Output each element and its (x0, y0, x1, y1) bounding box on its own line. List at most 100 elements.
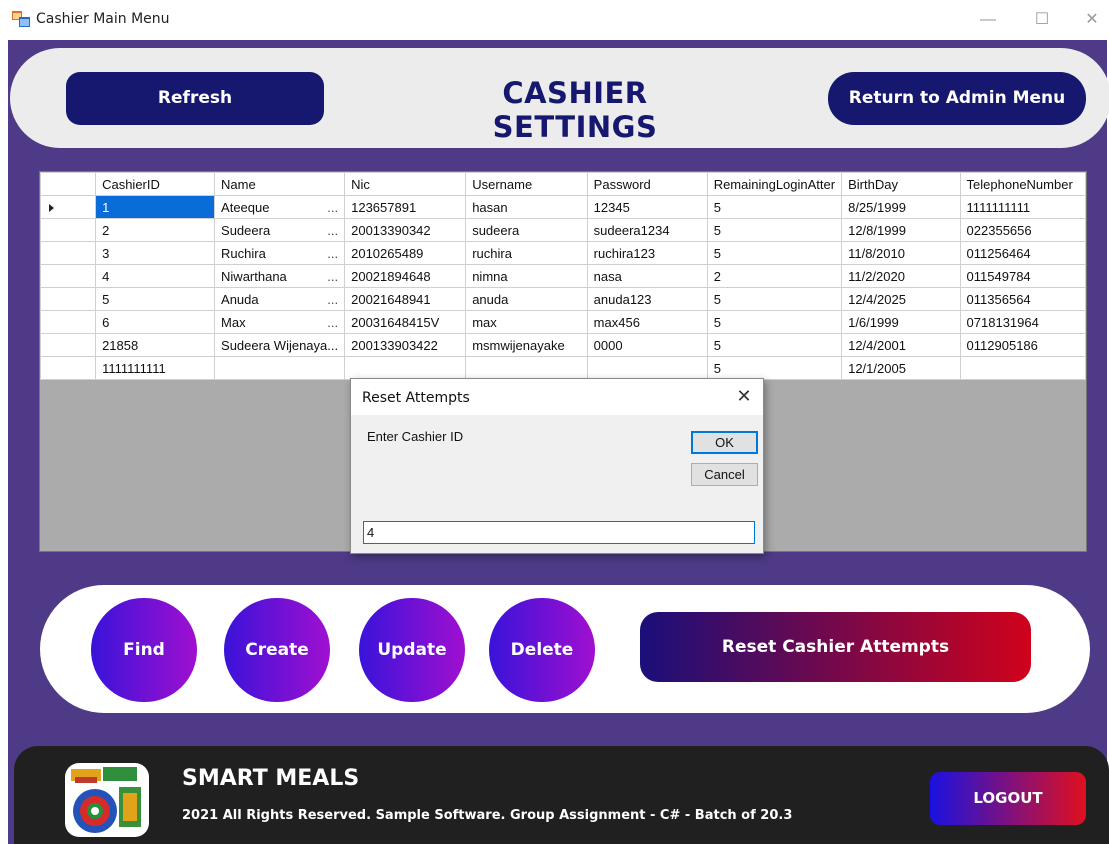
table-cell[interactable]: 2 (95, 218, 216, 242)
table-cell[interactable]: 12/4/2001 (841, 333, 961, 357)
delete-button[interactable]: Delete (489, 598, 595, 702)
table-cell[interactable]: 200133903422 (344, 333, 467, 357)
table-cell[interactable]: sudeera1234 (586, 218, 708, 242)
table-cell[interactable]: 12/8/1999 (841, 218, 961, 242)
table-cell[interactable]: ruchira123 (586, 241, 708, 265)
table-cell[interactable] (465, 356, 588, 380)
table-cell[interactable]: anuda (465, 287, 588, 311)
table-row[interactable]: 5 Anuda... 20021648941 anuda anuda123 5 12/4/2… (39, 287, 1087, 311)
table-cell[interactable]: 20031648415V (344, 310, 467, 334)
table-cell[interactable]: Anuda... (214, 287, 346, 311)
refresh-button[interactable]: Refresh (66, 72, 324, 125)
table-cell[interactable]: 3 (95, 241, 216, 265)
table-cell[interactable]: Ateeque... (214, 195, 346, 219)
maximize-icon[interactable]: ☐ (1030, 8, 1054, 32)
table-cell[interactable]: 11/8/2010 (841, 241, 961, 265)
table-cell[interactable]: 011356564 (959, 287, 1087, 311)
column-header[interactable]: Password (586, 172, 708, 196)
column-header[interactable]: Name (214, 172, 346, 196)
table-cell[interactable]: 5 (706, 218, 843, 242)
table-cell[interactable]: 0718131964 (959, 310, 1087, 334)
row-header[interactable] (39, 287, 97, 311)
table-cell[interactable]: 5 (706, 356, 843, 380)
table-cell[interactable]: sudeera (465, 218, 588, 242)
row-header[interactable] (39, 310, 97, 334)
table-cell[interactable]: ruchira (465, 241, 588, 265)
row-header[interactable] (39, 241, 97, 265)
table-cell[interactable]: 21858 (95, 333, 216, 357)
table-cell[interactable]: 12/1/2005 (841, 356, 961, 380)
table-cell[interactable]: Niwarthana... (214, 264, 346, 288)
cancel-button[interactable]: Cancel (691, 463, 758, 486)
row-header[interactable] (39, 218, 97, 242)
row-header[interactable] (39, 333, 97, 357)
table-cell[interactable]: max456 (586, 310, 708, 334)
table-row[interactable]: 1 Ateeque... 123657891 hasan 12345 5 8/25/1999… (39, 195, 1087, 219)
column-header[interactable]: TelephoneNumber (959, 172, 1087, 196)
table-cell[interactable]: 0000 (586, 333, 708, 357)
table-cell[interactable]: 1111111111 (95, 356, 216, 380)
table-cell[interactable]: anuda123 (586, 287, 708, 311)
close-icon[interactable]: ✕ (733, 385, 755, 407)
column-header[interactable]: BirthDay (841, 172, 961, 196)
table-cell[interactable]: 022355656 (959, 218, 1087, 242)
table-cell[interactable]: 12345 (586, 195, 708, 219)
table-cell[interactable]: 5 (706, 310, 843, 334)
find-button[interactable]: Find (91, 598, 197, 702)
minimize-icon[interactable]: — (976, 8, 1000, 32)
table-row[interactable]: 1111111111 5 12/1/2005 (39, 356, 1087, 380)
table-cell[interactable]: 20021648941 (344, 287, 467, 311)
table-cell[interactable]: Sudeera Wijenaya... (214, 333, 346, 357)
table-cell[interactable]: nimna (465, 264, 588, 288)
table-cell[interactable]: 2010265489 (344, 241, 467, 265)
table-cell[interactable]: 1111111111 (959, 195, 1087, 219)
column-header[interactable]: CashierID (95, 172, 216, 196)
create-button[interactable]: Create (224, 598, 330, 702)
table-cell[interactable] (959, 356, 1087, 380)
table-cell[interactable]: 20013390342 (344, 218, 467, 242)
table-cell[interactable]: 5 (706, 241, 843, 265)
table-cell[interactable]: 011549784 (959, 264, 1087, 288)
table-cell[interactable]: 011256464 (959, 241, 1087, 265)
reset-cashier-attempts-button[interactable]: Reset Cashier Attempts (640, 612, 1031, 682)
column-header[interactable]: Nic (344, 172, 467, 196)
table-cell[interactable]: 5 (706, 333, 843, 357)
table-cell[interactable]: Ruchira... (214, 241, 346, 265)
row-header[interactable] (39, 195, 97, 219)
row-header[interactable] (39, 356, 97, 380)
return-to-admin-menu-button[interactable]: Return to Admin Menu (828, 72, 1086, 125)
table-cell[interactable]: hasan (465, 195, 588, 219)
table-row[interactable]: 2 Sudeera... 20013390342 sudeera sudeera1234… (39, 218, 1087, 242)
table-cell[interactable]: 5 (95, 287, 216, 311)
table-cell[interactable]: 8/25/1999 (841, 195, 961, 219)
table-cell[interactable]: 1 (95, 195, 216, 219)
table-cell[interactable]: nasa (586, 264, 708, 288)
table-row[interactable]: 3 Ruchira... 2010265489 ruchira ruchira123 5 1… (39, 241, 1087, 265)
column-header[interactable]: Username (465, 172, 588, 196)
table-cell[interactable]: 123657891 (344, 195, 467, 219)
table-row[interactable]: 6 Max... 20031648415V max max456 5 1/6/1999 071… (39, 310, 1087, 334)
table-cell[interactable]: 1/6/1999 (841, 310, 961, 334)
table-cell[interactable]: 4 (95, 264, 216, 288)
ok-button[interactable]: OK (691, 431, 758, 454)
table-cell[interactable]: 0112905186 (959, 333, 1087, 357)
column-header[interactable]: RemainingLoginAtter (706, 172, 843, 196)
update-button[interactable]: Update (359, 598, 465, 702)
table-cell[interactable]: Sudeera... (214, 218, 346, 242)
table-cell[interactable] (586, 356, 708, 380)
table-row[interactable]: 21858 Sudeera Wijenaya... 200133903422 msmw… (39, 333, 1087, 357)
table-cell[interactable]: 5 (706, 195, 843, 219)
table-cell[interactable]: 11/2/2020 (841, 264, 961, 288)
logout-button[interactable]: LOGOUT (930, 772, 1086, 825)
table-cell[interactable]: 5 (706, 287, 843, 311)
table-cell[interactable]: max (465, 310, 588, 334)
close-icon[interactable]: ✕ (1080, 8, 1104, 32)
table-cell[interactable]: 20021894648 (344, 264, 467, 288)
table-cell[interactable]: Max... (214, 310, 346, 334)
table-cell[interactable]: msmwijenayake (465, 333, 588, 357)
table-cell[interactable] (344, 356, 467, 380)
table-cell[interactable]: 2 (706, 264, 843, 288)
table-row[interactable]: 4 Niwarthana... 20021894648 nimna nasa 2 11/2/… (39, 264, 1087, 288)
table-cell[interactable]: 12/4/2025 (841, 287, 961, 311)
cashier-id-input[interactable]: 4 (363, 521, 755, 544)
